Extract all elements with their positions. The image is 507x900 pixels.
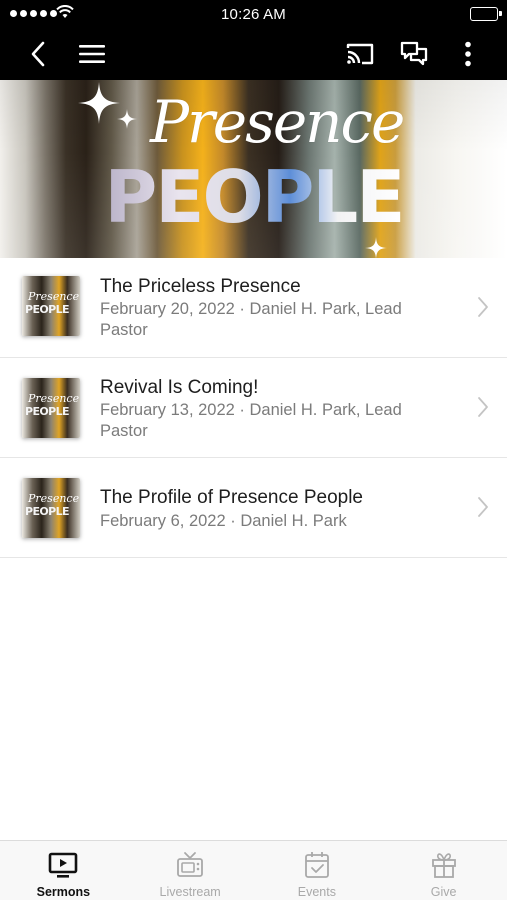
bottom-tab-bar: Sermons Livestream Events Give bbox=[0, 840, 507, 900]
sermon-title: The Profile of Presence People bbox=[100, 487, 363, 508]
svg-text:PEOPLE: PEOPLE bbox=[105, 158, 404, 238]
tab-label: Give bbox=[430, 885, 457, 899]
sermon-meta: February 13, 2022 · Daniel H. Park, Lead… bbox=[100, 401, 402, 440]
banner-title-text: PEOPLE bbox=[105, 158, 406, 238]
tab-give[interactable]: Give bbox=[380, 841, 507, 900]
chevron-right-icon bbox=[478, 297, 488, 317]
tab-label: Livestream bbox=[159, 885, 221, 899]
sermon-list: Presence PEOPLE The Priceless Presence F… bbox=[0, 258, 507, 558]
cast-button[interactable] bbox=[338, 28, 382, 80]
menu-button[interactable] bbox=[70, 28, 114, 80]
tab-label: Events bbox=[297, 885, 336, 899]
hamburger-menu-icon bbox=[79, 45, 105, 63]
sermon-meta: February 20, 2022 · Daniel H. Park, Lead… bbox=[100, 300, 402, 339]
sermon-list-item[interactable]: Presence PEOPLE The Profile of Presence … bbox=[0, 458, 507, 558]
sermon-thumbnail: Presence PEOPLE bbox=[22, 378, 80, 438]
status-time: 10:26 AM bbox=[221, 6, 286, 23]
series-banner: Presence PEOPLE bbox=[0, 80, 507, 258]
sermon-title: Revival Is Coming! bbox=[100, 377, 259, 398]
sparkle-bottom-icon bbox=[365, 237, 387, 258]
chevron-right-icon bbox=[478, 397, 488, 417]
tab-livestream[interactable]: Livestream bbox=[127, 841, 254, 900]
more-options-button[interactable] bbox=[446, 28, 490, 80]
sermon-list-item[interactable]: Presence PEOPLE The Priceless Presence F… bbox=[0, 258, 507, 358]
chat-icon bbox=[400, 41, 428, 66]
sermon-list-item[interactable]: Presence PEOPLE Revival Is Coming! Febru… bbox=[0, 358, 507, 458]
sermon-title: The Priceless Presence bbox=[100, 276, 301, 297]
status-bar: 10:26 AM bbox=[0, 0, 507, 28]
top-nav-bar bbox=[0, 28, 507, 80]
retro-tv-icon bbox=[177, 852, 204, 877]
battery-icon bbox=[470, 7, 502, 21]
chevron-left-icon bbox=[31, 41, 45, 67]
tab-sermons[interactable]: Sermons bbox=[0, 841, 127, 900]
tv-play-icon bbox=[49, 852, 78, 878]
banner-script-text: Presence bbox=[150, 88, 405, 156]
sparkle-small-icon bbox=[117, 109, 137, 129]
calendar-check-icon bbox=[304, 852, 329, 878]
tab-label: Sermons bbox=[36, 885, 91, 899]
tab-events[interactable]: Events bbox=[254, 841, 381, 900]
more-vertical-icon bbox=[465, 41, 471, 67]
back-button[interactable] bbox=[16, 28, 60, 80]
cast-icon bbox=[346, 43, 374, 65]
sermon-thumbnail: Presence PEOPLE bbox=[22, 478, 80, 538]
sermon-meta: February 6, 2022 · Daniel H. Park bbox=[100, 512, 347, 530]
chevron-right-icon bbox=[478, 497, 488, 517]
chat-button[interactable] bbox=[392, 28, 436, 80]
gift-icon bbox=[431, 853, 456, 878]
sermon-thumbnail: Presence PEOPLE bbox=[22, 276, 80, 336]
